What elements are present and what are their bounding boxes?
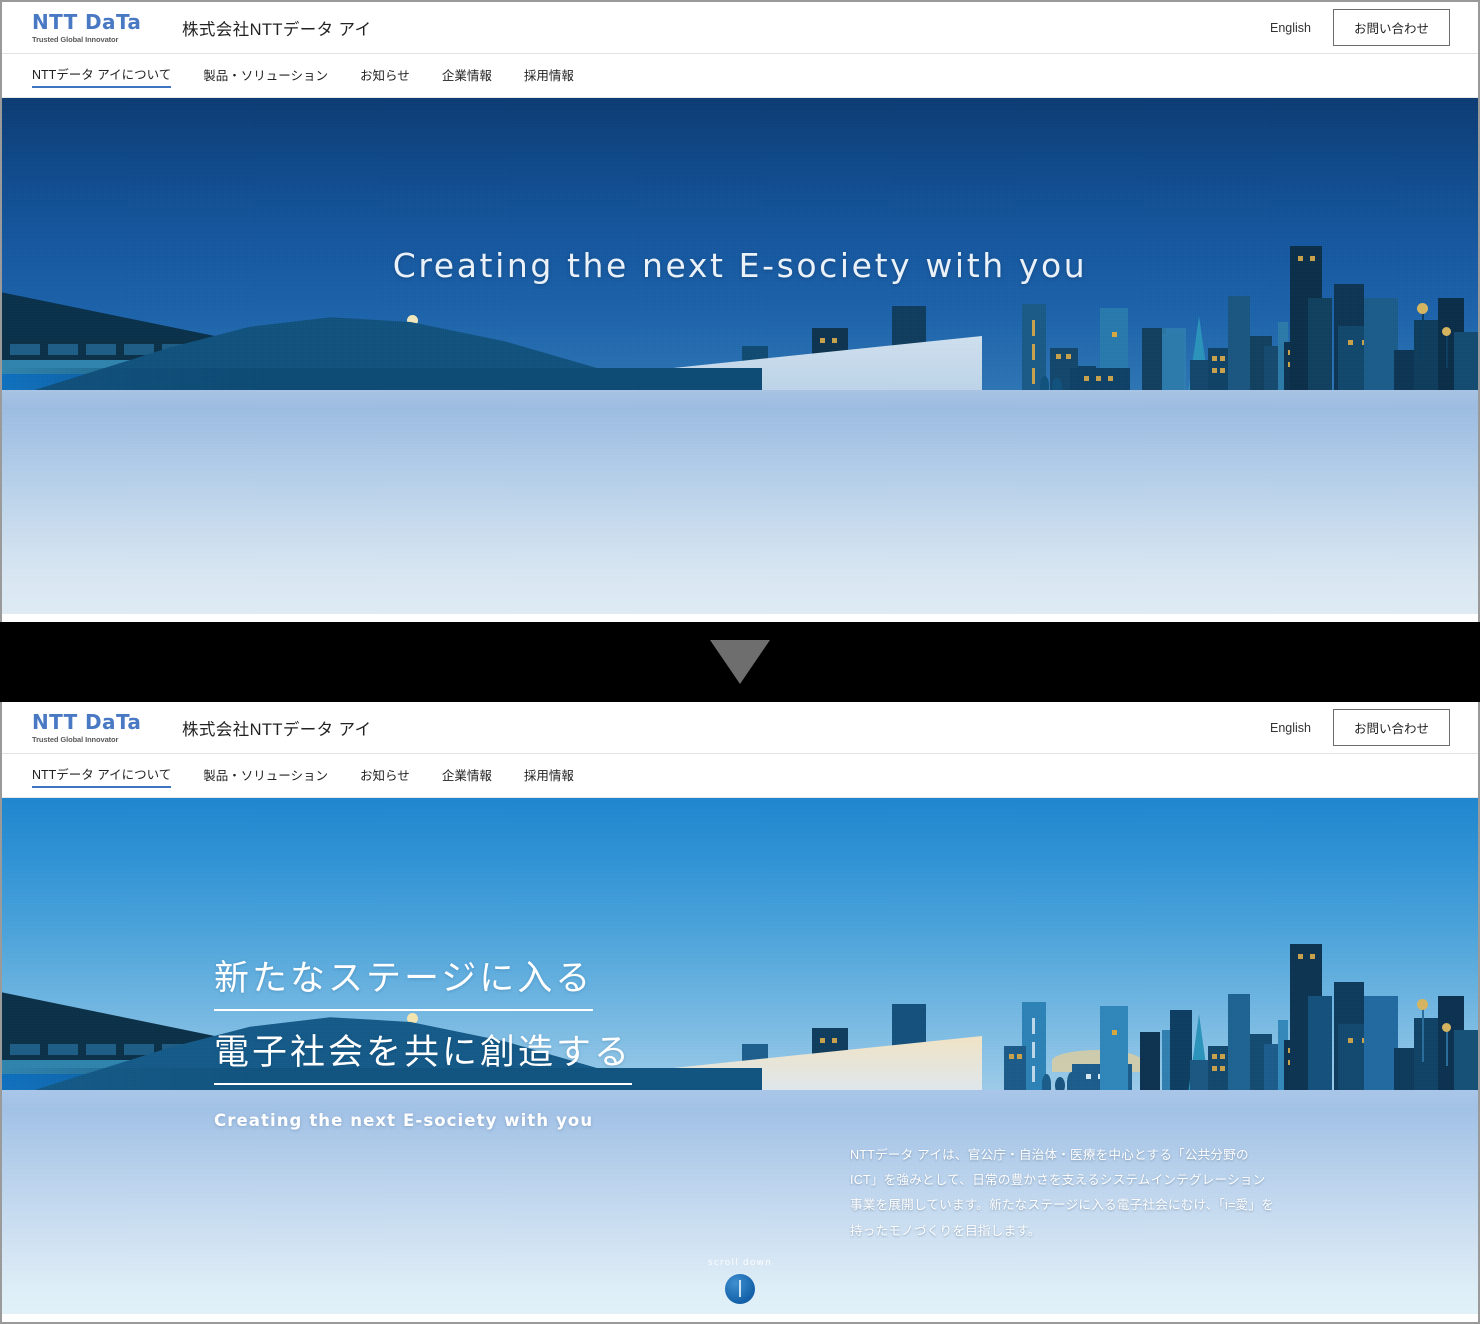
nav-item-products[interactable]: 製品・ソリューション — [203, 65, 328, 87]
language-switch-link[interactable]: English — [1270, 21, 1311, 35]
down-arrow-icon — [710, 640, 770, 684]
nav-item-news[interactable]: お知らせ — [360, 65, 410, 87]
logo-tagline-b: Trusted Global Innovator — [32, 734, 119, 744]
logo-tagline: Trusted Global Innovator — [32, 34, 119, 44]
page-root: NTT DaTa Trusted Global Innovator 株式会社NT… — [0, 0, 1480, 1324]
nav-item-news-b[interactable]: お知らせ — [360, 765, 410, 787]
ntt-data-logo[interactable]: NTT DaTa Trusted Global Innovator — [32, 12, 160, 44]
nav-item-about-b[interactable]: NTTデータ アイについて — [32, 764, 172, 788]
nav-item-corporate[interactable]: 企業情報 — [442, 65, 492, 87]
primary-nav: NTTデータ アイについて 製品・ソリューション お知らせ 企業情報 採用情報 — [2, 54, 1478, 98]
nav-item-recruit[interactable]: 採用情報 — [524, 65, 574, 87]
logo-wordmark-b: NTT DaTa — [32, 709, 142, 734]
scroll-down-dot-icon[interactable] — [725, 1274, 755, 1304]
water-reflection-area — [2, 390, 1478, 614]
ntt-data-logo-b[interactable]: NTT DaTa Trusted Global Innovator — [32, 712, 160, 744]
hero-banner-top: Creating the next E-society with you — [2, 98, 1478, 614]
hero-banner-bottom: 新たなステージに入る 電子社会を共に創造する Creating the next… — [2, 798, 1478, 1314]
header-actions: English お問い合わせ — [1270, 9, 1450, 46]
hero-english-tagline: Creating the next E-society with you — [214, 1111, 594, 1130]
contact-button-b[interactable]: お問い合わせ — [1332, 709, 1450, 746]
scroll-down-indicator[interactable]: scroll down — [2, 1258, 1478, 1304]
hero-headline-line-2: 電子社会を共に創造する — [214, 1024, 633, 1085]
logo-wordmark: NTT DaTa — [32, 9, 142, 34]
hero-tagline-top: Creating the next E-society with you — [392, 246, 1088, 285]
nav-item-corporate-b[interactable]: 企業情報 — [442, 765, 492, 787]
site-view-bottom: NTT DaTa Trusted Global Innovator 株式会社NT… — [0, 702, 1480, 1324]
hero-body-paragraph: NTTデータ アイは、官公庁・自治体・医療を中心とする「公共分野のICT」を強み… — [850, 1148, 1274, 1238]
language-switch-link-b[interactable]: English — [1270, 721, 1311, 735]
primary-nav-b: NTTデータ アイについて 製品・ソリューション お知らせ 企業情報 採用情報 — [2, 754, 1478, 798]
site-header-b: NTT DaTa Trusted Global Innovator 株式会社NT… — [2, 702, 1478, 754]
site-view-top: NTT DaTa Trusted Global Innovator 株式会社NT… — [0, 0, 1480, 622]
contact-button[interactable]: お問い合わせ — [1332, 9, 1450, 46]
nav-item-products-b[interactable]: 製品・ソリューション — [203, 765, 328, 787]
company-name: 株式会社NTTデータ アイ — [182, 20, 372, 39]
nav-item-recruit-b[interactable]: 採用情報 — [524, 765, 574, 787]
nav-item-about[interactable]: NTTデータ アイについて — [32, 64, 172, 88]
scroll-separator — [0, 622, 1480, 702]
scroll-down-label: scroll down — [708, 1258, 772, 1268]
hero-copy-block: 新たなステージに入る 電子社会を共に創造する Creating the next… — [214, 950, 633, 1130]
company-name-b: 株式会社NTTデータ アイ — [182, 720, 372, 739]
site-header: NTT DaTa Trusted Global Innovator 株式会社NT… — [2, 2, 1478, 54]
header-actions-b: English お問い合わせ — [1270, 709, 1450, 746]
hero-headline-line-1: 新たなステージに入る — [214, 950, 594, 1011]
